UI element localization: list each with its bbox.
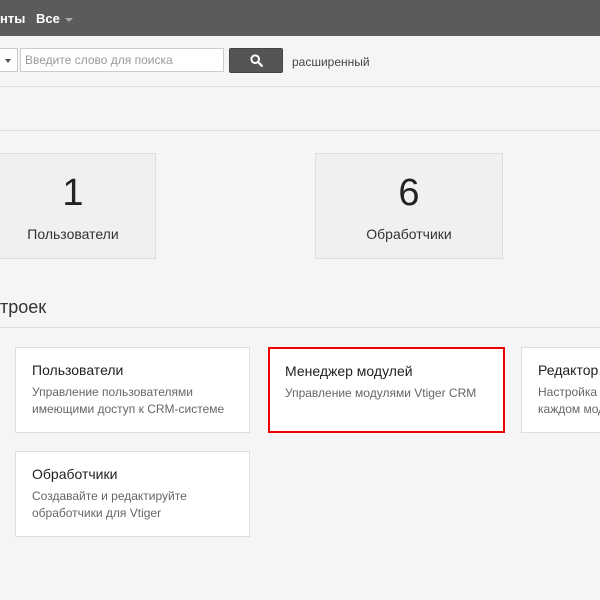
nav-item-partial[interactable]: нты: [0, 11, 25, 26]
settings-tile-module-manager[interactable]: Менеджер модулей Управление модулями Vti…: [268, 347, 505, 433]
tile-description-line2: имеющими доступ к CRM-системе: [32, 402, 225, 416]
settings-tile-handlers[interactable]: Обработчики Создавайте и редактируйте об…: [15, 451, 250, 537]
tile-title: Менеджер модулей: [285, 363, 413, 379]
chevron-down-icon: [64, 17, 73, 22]
tile-description-line1: Создавайте и редактируйте: [32, 489, 187, 503]
search-input[interactable]: [20, 48, 224, 72]
stat-card-users[interactable]: 1 Пользователи: [0, 153, 156, 259]
stat-number: 1: [62, 172, 84, 214]
stat-label: Пользователи: [27, 226, 119, 242]
chevron-down-icon: [5, 59, 11, 63]
section-title: троек: [0, 297, 47, 317]
tile-title: Редактор: [538, 362, 599, 378]
tile-description-line1: Настройка з: [538, 385, 600, 399]
tile-title: Обработчики: [32, 466, 118, 482]
stat-number: 6: [398, 172, 420, 214]
tile-description-line1: Управление модулями Vtiger CRM: [285, 386, 477, 400]
advanced-search-link[interactable]: расширенный: [292, 55, 370, 69]
top-nav-bar: нты Все: [0, 0, 600, 36]
filter-dropdown[interactable]: Все: [36, 11, 73, 26]
tile-description-line1: Управление пользователями: [32, 385, 193, 399]
tile-title: Пользователи: [32, 362, 124, 378]
divider: [0, 130, 600, 131]
tile-description-line2: каждом мод: [538, 402, 600, 416]
search-icon: [250, 54, 263, 67]
search-bar: расширенный: [0, 36, 600, 87]
stat-card-handlers[interactable]: 6 Обработчики: [315, 153, 503, 259]
search-module-dropdown[interactable]: [0, 48, 18, 72]
search-button[interactable]: [229, 48, 283, 73]
stat-label: Обработчики: [366, 226, 452, 242]
filter-dropdown-label: Все: [36, 11, 60, 26]
tile-description-line2: обработчики для Vtiger: [32, 506, 162, 520]
settings-tile-users[interactable]: Пользователи Управление пользователями и…: [15, 347, 250, 433]
settings-tile-editor[interactable]: Редактор Настройка з каждом мод: [521, 347, 600, 433]
divider: [0, 327, 600, 328]
